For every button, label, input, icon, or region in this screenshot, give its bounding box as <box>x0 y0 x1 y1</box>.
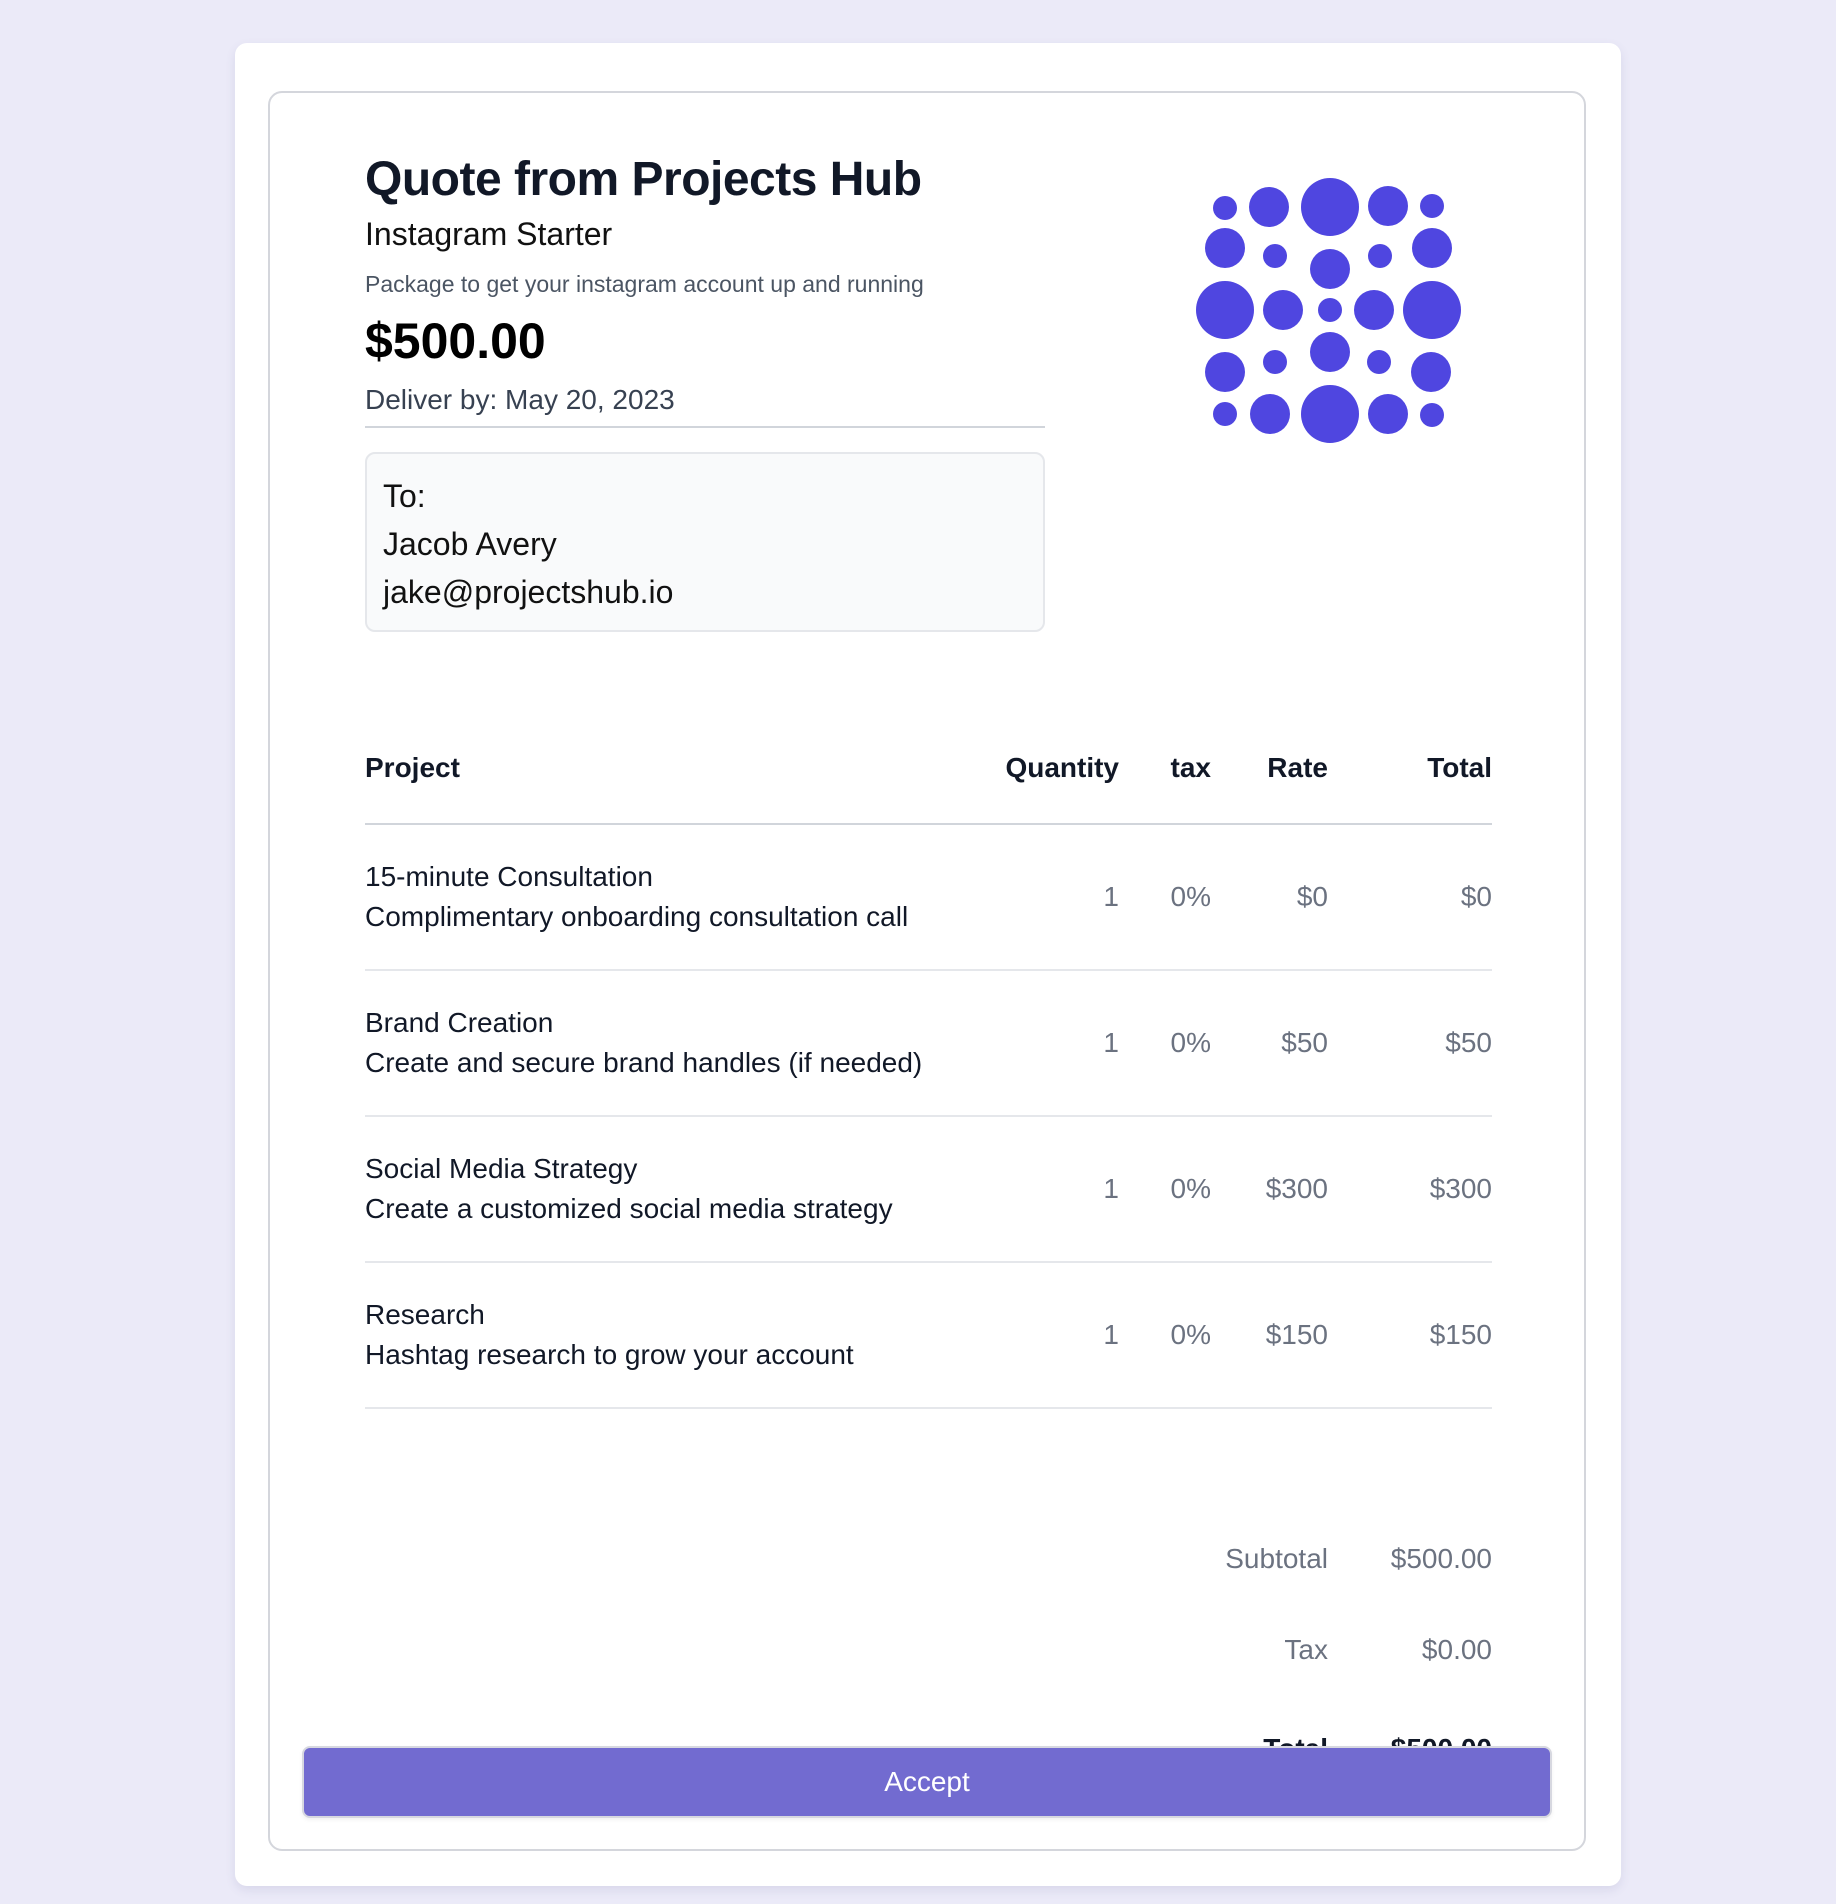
subtotal-value: $500.00 <box>1390 1542 1492 1574</box>
logo-dot <box>1368 244 1392 268</box>
project-name: Brand Creation <box>365 1007 554 1038</box>
logo-dot <box>1367 350 1391 374</box>
tax-cell: 0% <box>1170 1173 1211 1204</box>
project-name: Research <box>365 1299 485 1330</box>
logo-dot <box>1403 281 1461 339</box>
project-description: Create a customized social media strateg… <box>365 1193 893 1224</box>
logo-dot <box>1310 332 1350 372</box>
quantity-cell: 1 <box>1103 1027 1119 1058</box>
project-description: Create and secure brand handles (if need… <box>365 1047 923 1078</box>
subtotal-label: Subtotal <box>1225 1542 1328 1574</box>
recipient-email: jake@projectshub.io <box>383 573 674 610</box>
line-items-table: Project Quantity tax Rate Total 15-minut… <box>365 713 1492 1409</box>
quote-card: Quote from Projects Hub Instagram Starte… <box>268 91 1586 1851</box>
logo-dot <box>1196 281 1254 339</box>
logo-dot <box>1318 298 1342 322</box>
header-project: Project <box>365 752 460 783</box>
project-description: Complimentary onboarding consultation ca… <box>365 901 909 932</box>
total-cell: $300 <box>1429 1173 1492 1204</box>
table-row: 15-minute Consultation Complimentary onb… <box>365 825 1492 971</box>
package-name: Instagram Starter <box>365 215 613 252</box>
recipient-label: To: <box>383 477 426 514</box>
logo-dot <box>1263 290 1303 330</box>
logo-dot <box>1368 186 1408 226</box>
logo-dot <box>1205 228 1245 268</box>
tax-label: Tax <box>1284 1633 1328 1665</box>
tax-cell: 0% <box>1170 1027 1211 1058</box>
rate-cell: $50 <box>1281 1027 1328 1058</box>
logo-dot <box>1412 228 1452 268</box>
tax-row: Tax $0.00 <box>365 1604 1492 1695</box>
tax-cell: 0% <box>1170 881 1211 912</box>
logo-dot <box>1301 385 1359 443</box>
logo-dot <box>1205 352 1245 392</box>
quote-header: Quote from Projects Hub Instagram Starte… <box>365 151 1045 632</box>
quantity-cell: 1 <box>1103 881 1119 912</box>
table-row: Research Hashtag research to grow your a… <box>365 1263 1492 1409</box>
logo-dot <box>1368 394 1408 434</box>
logo-dot <box>1263 244 1287 268</box>
dots-grid-logo-icon <box>1196 178 1461 443</box>
table-header: Project Quantity tax Rate Total <box>365 713 1492 825</box>
logo-dot <box>1411 352 1451 392</box>
logo-dot <box>1354 290 1394 330</box>
header-rate: Rate <box>1267 752 1328 783</box>
logo-dot <box>1301 178 1359 236</box>
project-description: Hashtag research to grow your account <box>365 1339 854 1370</box>
table-row: Social Media Strategy Create a customize… <box>365 1117 1492 1263</box>
page-title: Quote from Projects Hub <box>365 153 922 206</box>
header-quantity: Quantity <box>1005 752 1119 783</box>
package-description: Package to get your instagram account up… <box>365 270 924 297</box>
logo-dot <box>1213 196 1237 220</box>
header-tax: tax <box>1170 752 1211 783</box>
logo-dot <box>1250 394 1290 434</box>
rate-cell: $300 <box>1265 1173 1328 1204</box>
accept-button[interactable]: Accept <box>302 1746 1552 1818</box>
recipient-name: Jacob Avery <box>383 525 557 562</box>
project-name: 15-minute Consultation <box>365 861 653 892</box>
deliver-by-date: Deliver by: May 20, 2023 <box>365 384 1045 428</box>
subtotal-row: Subtotal $500.00 <box>365 1513 1492 1604</box>
project-name: Social Media Strategy <box>365 1153 638 1184</box>
total-cell: $0 <box>1460 881 1492 912</box>
logo-dot <box>1420 403 1444 427</box>
rate-cell: $0 <box>1296 881 1328 912</box>
logo-dot <box>1263 350 1287 374</box>
logo-dot <box>1213 402 1237 426</box>
logo-dot <box>1310 249 1350 289</box>
quote-price: $500.00 <box>365 312 546 369</box>
rate-cell: $150 <box>1265 1319 1328 1350</box>
logo-dot <box>1420 194 1444 218</box>
tax-cell: 0% <box>1170 1319 1211 1350</box>
total-cell: $50 <box>1445 1027 1492 1058</box>
quantity-cell: 1 <box>1103 1173 1119 1204</box>
header-total: Total <box>1427 752 1492 783</box>
quote-page-card: Quote from Projects Hub Instagram Starte… <box>235 43 1621 1886</box>
logo-dot <box>1249 187 1289 227</box>
recipient-box: To: Jacob Avery jake@projectshub.io <box>365 451 1045 632</box>
total-cell: $150 <box>1429 1319 1492 1350</box>
table-row: Brand Creation Create and secure brand h… <box>365 971 1492 1117</box>
tax-value: $0.00 <box>1421 1633 1492 1665</box>
quantity-cell: 1 <box>1103 1319 1119 1350</box>
